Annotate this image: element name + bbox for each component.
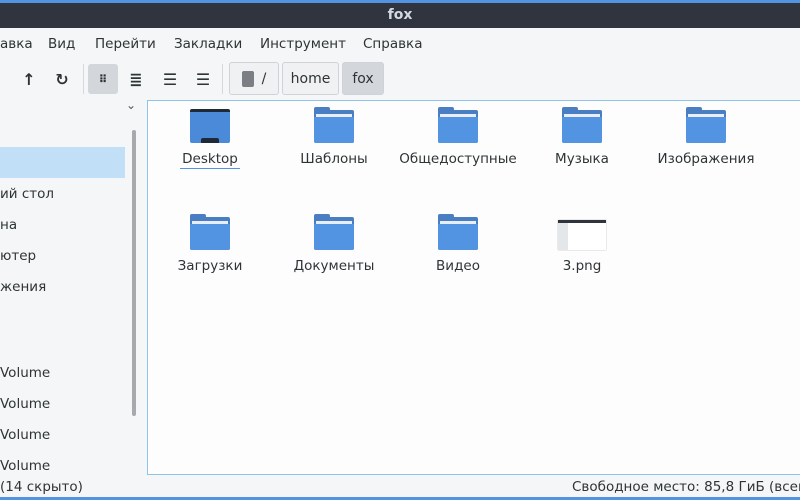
file-item[interactable]: Desktop xyxy=(151,107,269,169)
icon-view-button[interactable]: ⠿ xyxy=(88,64,118,94)
file-name: 3.png xyxy=(562,258,602,274)
arrow-up-icon: ↑ xyxy=(22,69,36,89)
sidebar-item-desktop[interactable]: ий стол xyxy=(0,186,54,202)
crumb-fox[interactable]: fox xyxy=(342,62,384,95)
menu-tools[interactable]: Инструмент xyxy=(260,36,346,52)
menu-bar: авка Вид Перейти Закладки Инструмент Спр… xyxy=(0,28,800,58)
folder-icon xyxy=(190,214,230,250)
file-name: Загрузки xyxy=(177,258,243,274)
crumb-home[interactable]: home xyxy=(282,62,339,95)
file-name: Видео xyxy=(436,258,480,274)
sidebar-item-volume[interactable]: Volume xyxy=(0,396,50,412)
list-icon: ☰ xyxy=(162,69,178,89)
sidebar-selected-item[interactable] xyxy=(0,147,125,178)
file-item[interactable]: Шаблоны xyxy=(275,107,393,168)
file-name: Документы xyxy=(293,258,375,274)
status-free-space: Свободное место: 85,8 ГиБ (всего xyxy=(572,479,800,495)
folder-icon xyxy=(438,107,478,143)
sidebar-item-trash[interactable]: на xyxy=(0,217,17,233)
crumb-root[interactable]: / xyxy=(229,62,279,95)
sidebar-item-volume[interactable]: Volume xyxy=(0,427,50,443)
grid-icon: ⠿ xyxy=(98,72,108,86)
folder-icon xyxy=(562,107,602,143)
file-name: Музыка xyxy=(555,151,609,167)
file-name: Общедоступные xyxy=(399,151,517,167)
status-hidden-count: (14 скрыто) xyxy=(0,479,83,495)
menu-view[interactable]: Вид xyxy=(48,36,75,52)
chevron-down-icon[interactable]: ⌄ xyxy=(126,98,136,112)
image-thumbnail-icon xyxy=(558,220,606,250)
detail-view-button[interactable]: ☰ xyxy=(188,64,218,94)
folder-icon xyxy=(314,107,354,143)
file-item[interactable]: Общедоступные xyxy=(399,107,517,168)
desktop-folder-icon xyxy=(190,107,230,143)
sidebar-item-volume[interactable]: Volume xyxy=(0,458,50,474)
separator xyxy=(222,64,223,94)
folder-icon xyxy=(686,107,726,143)
file-item[interactable]: 3.png xyxy=(523,214,641,275)
file-item[interactable]: Видео xyxy=(399,214,517,275)
menu-go[interactable]: Перейти xyxy=(95,36,156,52)
folder-icon xyxy=(314,214,354,250)
folder-icon xyxy=(438,214,478,250)
sidebar-item-computer[interactable]: ютер xyxy=(0,248,36,264)
menu-edit[interactable]: авка xyxy=(0,36,33,52)
crumb-label: home xyxy=(290,70,331,87)
lines-icon: ≣ xyxy=(129,69,143,89)
menu-help[interactable]: Справка xyxy=(363,36,422,52)
detail-list-icon: ☰ xyxy=(195,69,211,89)
file-name: Desktop xyxy=(180,151,240,169)
separator xyxy=(83,64,84,94)
sidebar-item-pictures[interactable]: жения xyxy=(0,279,46,295)
crumb-label: / xyxy=(261,70,267,87)
file-item[interactable]: Музыка xyxy=(523,107,641,168)
compact-view-button[interactable]: ≣ xyxy=(121,64,151,94)
crumb-label: fox xyxy=(352,70,374,87)
menu-bookmarks[interactable]: Закладки xyxy=(174,36,242,52)
up-button[interactable]: ↑ xyxy=(14,64,44,94)
sidebar-scrollbar[interactable] xyxy=(132,130,136,416)
file-item[interactable]: Загрузки xyxy=(151,214,269,275)
sidebar-item-volume[interactable]: Volume xyxy=(0,365,50,381)
drive-icon xyxy=(241,70,254,87)
file-name: Шаблоны xyxy=(300,151,368,167)
reload-icon: ↻ xyxy=(55,69,69,89)
list-view-button[interactable]: ☰ xyxy=(155,64,185,94)
file-item[interactable]: Документы xyxy=(275,214,393,275)
reload-button[interactable]: ↻ xyxy=(47,64,77,94)
file-item[interactable]: Изображения xyxy=(647,107,765,168)
file-name: Изображения xyxy=(657,151,755,167)
status-bar: (14 скрыто) Свободное место: 85,8 ГиБ (в… xyxy=(0,477,800,498)
title-bar: fox xyxy=(0,3,800,28)
